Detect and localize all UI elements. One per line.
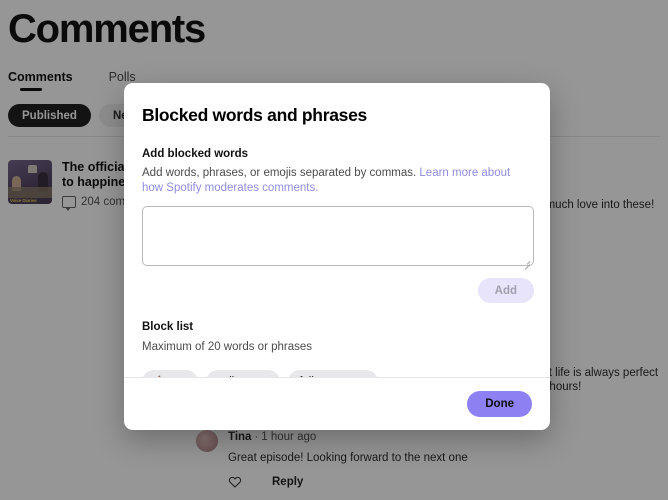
blocked-words-input-wrap	[142, 206, 534, 271]
chip-emoji[interactable]: 💩	[142, 370, 198, 377]
modal-title: Blocked words and phrases	[142, 105, 367, 125]
description-text: Add words, phrases, or emojis separated …	[142, 167, 420, 179]
block-list-label: Block list	[142, 321, 194, 333]
chip-follow-me[interactable]: follow me	[288, 370, 378, 377]
modal-footer: Done	[124, 377, 550, 430]
block-list-chips: 💩 sellout follow me	[142, 370, 532, 377]
chip-sellout[interactable]: sellout	[205, 370, 281, 377]
add-blocked-words-label: Add blocked words	[142, 148, 249, 160]
blocked-words-modal: Blocked words and phrases Add blocked wo…	[124, 83, 550, 430]
add-blocked-words-description: Add words, phrases, or emojis separated …	[142, 166, 534, 196]
block-list-max-note: Maximum of 20 words or phrases	[142, 341, 313, 353]
done-button[interactable]: Done	[467, 391, 532, 417]
blocked-words-input[interactable]	[142, 206, 534, 266]
add-button[interactable]: Add	[477, 278, 534, 303]
add-button-row: Add	[142, 278, 534, 303]
modal-body: Blocked words and phrases Add blocked wo…	[124, 83, 550, 377]
